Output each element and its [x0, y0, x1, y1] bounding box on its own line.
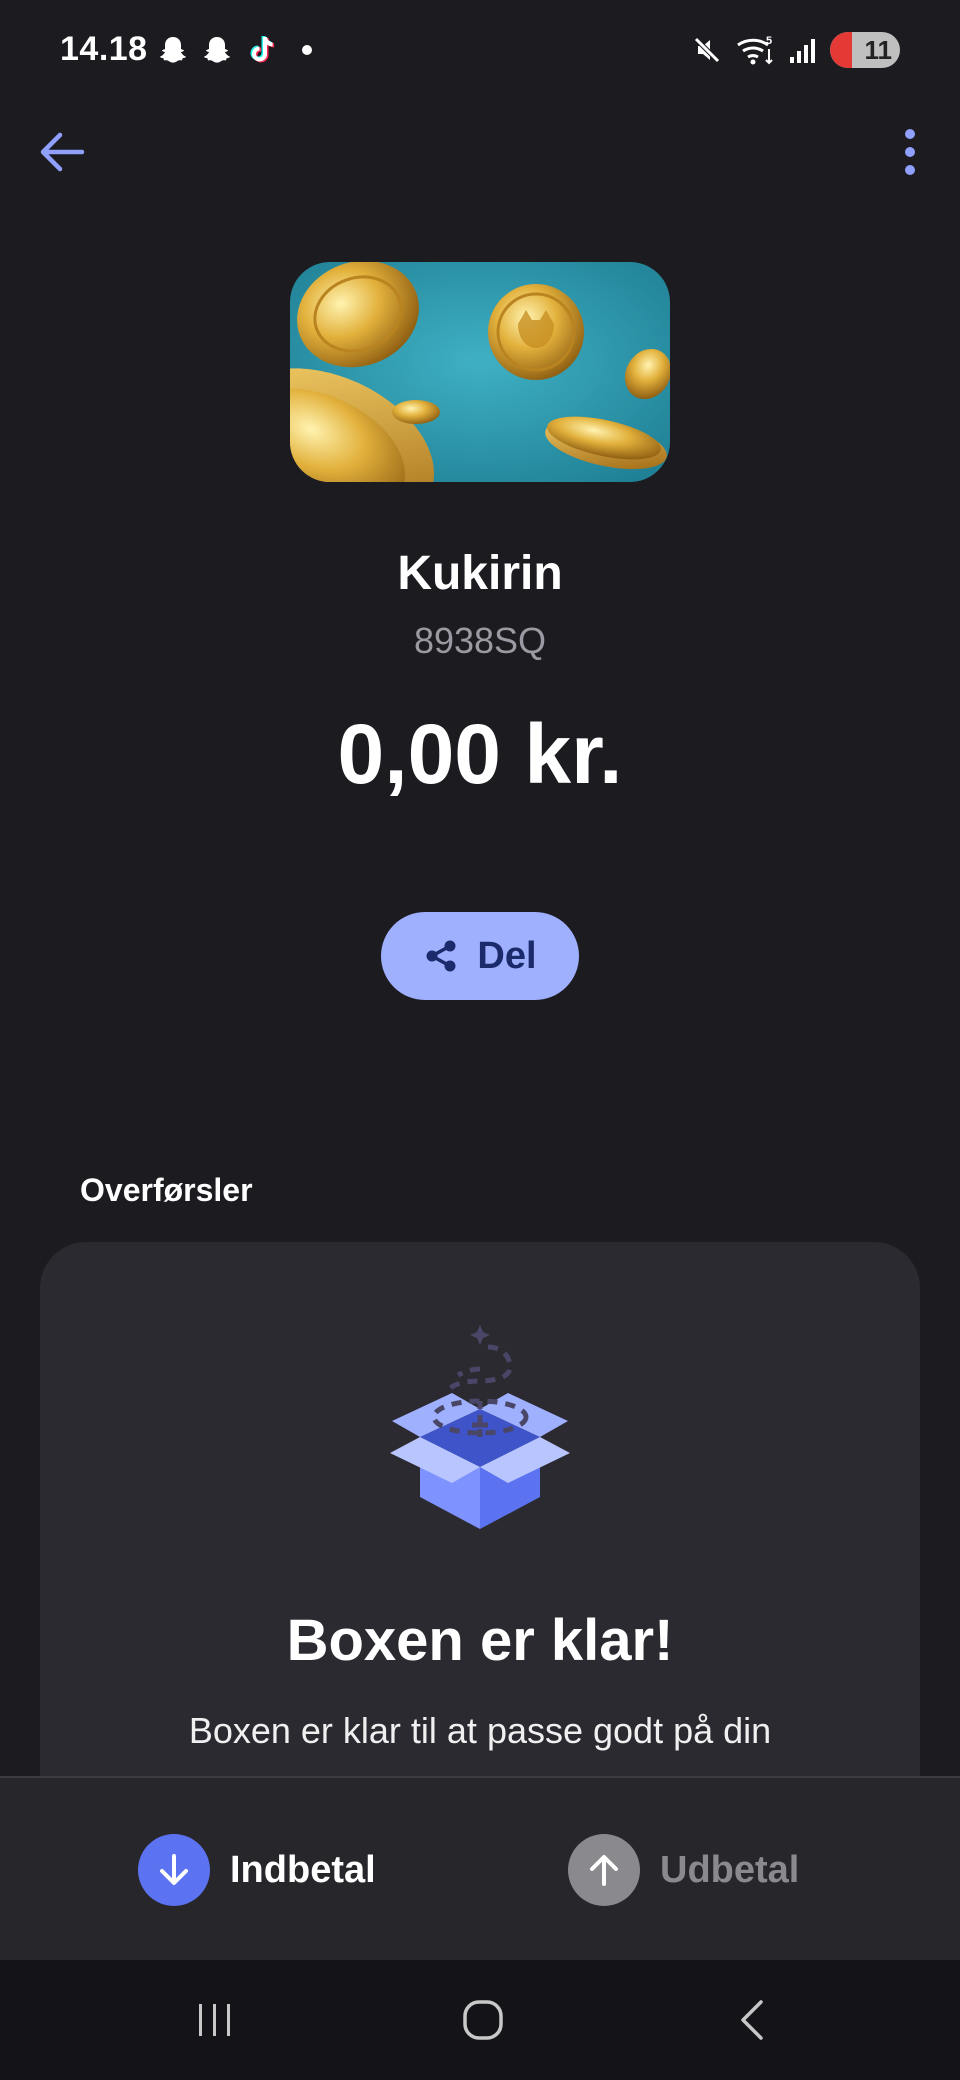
back-button[interactable]	[30, 120, 94, 184]
withdraw-button[interactable]: Udbetal	[568, 1834, 799, 1906]
tiktok-icon	[250, 36, 275, 63]
deposit-button[interactable]: Indbetal	[138, 1834, 376, 1906]
box-code: 8938SQ	[413, 620, 547, 661]
deposit-label: Indbetal	[230, 1848, 376, 1891]
status-bar: 14.18 5 11	[0, 0, 960, 108]
battery-low-icon	[830, 32, 852, 68]
arrow-left-icon	[40, 132, 85, 172]
more-options-button[interactable]	[882, 120, 938, 184]
withdraw-icon-circle	[568, 1834, 640, 1906]
notification-icons	[156, 33, 312, 67]
snapchat-icon	[160, 37, 186, 63]
open-box-icon	[390, 1325, 570, 1529]
box-balance: 0,00 kr.	[337, 707, 623, 801]
home-icon	[463, 2000, 503, 2040]
arrow-up-icon	[590, 1855, 618, 1886]
share-icon	[426, 940, 456, 972]
box-cover-image	[290, 262, 670, 482]
share-button[interactable]: Del	[381, 912, 579, 1000]
box-name: Kukirin	[397, 547, 563, 600]
battery-indicator: 11	[830, 32, 900, 68]
empty-state-title: Boxen er klar!	[286, 1608, 674, 1673]
recent-apps-button[interactable]	[175, 1990, 255, 2050]
recent-apps-icon	[199, 2004, 230, 2036]
withdraw-label: Udbetal	[660, 1848, 800, 1891]
status-time: 14.18	[60, 30, 148, 68]
empty-state-text: Boxen er klar til at passe godt på din	[188, 1710, 772, 1751]
signal-icon	[790, 39, 815, 63]
battery-level: 11	[864, 34, 893, 65]
chevron-left-icon	[741, 2000, 763, 2040]
system-back-button[interactable]	[713, 1990, 793, 2050]
screen: 14.18 5 11 Kukirin 8938SQ 0,00 kr. Del O…	[0, 0, 960, 2080]
system-nav-bar	[0, 1960, 960, 2080]
more-notifications-dot	[302, 45, 312, 55]
deposit-icon-circle	[138, 1834, 210, 1906]
network-type: 5	[766, 35, 772, 47]
more-vert-icon	[905, 129, 915, 175]
snapchat-icon	[204, 37, 230, 63]
transfers-section-title: Overførsler	[80, 1172, 253, 1208]
share-label: Del	[477, 934, 537, 977]
mute-icon	[694, 37, 720, 63]
wifi-icon: 5	[737, 35, 773, 65]
bottom-action-bar: Indbetal Udbetal	[0, 1776, 960, 1960]
system-icons: 5 11	[690, 32, 900, 68]
home-button[interactable]	[443, 1990, 523, 2050]
arrow-down-icon	[160, 1854, 188, 1885]
